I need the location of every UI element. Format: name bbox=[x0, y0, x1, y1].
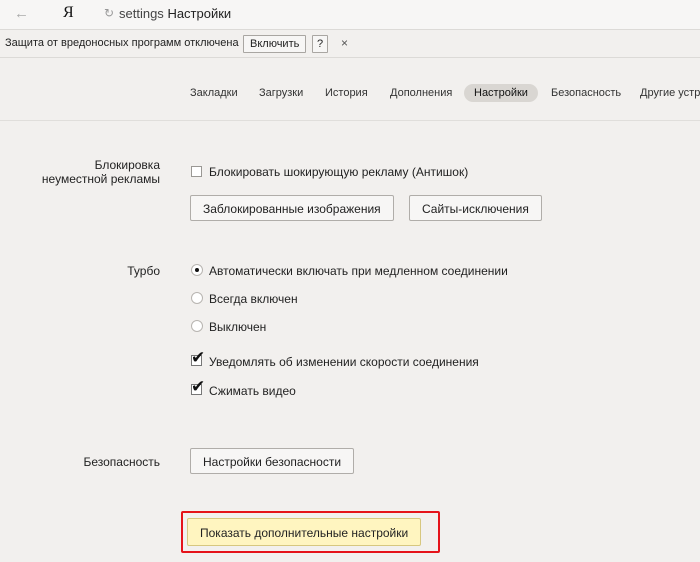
infobar-message: Защита от вредоносных программ отключена bbox=[5, 37, 239, 49]
compress-video-checkbox[interactable]: ✔ bbox=[191, 377, 205, 396]
ad-block-section-label: Блокировка неуместной рекламы bbox=[41, 158, 160, 186]
malware-protection-infobar: Защита от вредоносных программ отключена… bbox=[0, 30, 700, 58]
tab-downloads[interactable]: Загрузки bbox=[259, 84, 303, 102]
show-more-settings-button[interactable]: Показать дополнительные настройки bbox=[187, 518, 422, 546]
turbo-always-radio[interactable] bbox=[191, 292, 203, 304]
tab-extensions[interactable]: Дополнения bbox=[390, 84, 452, 102]
antishock-checkbox[interactable] bbox=[191, 166, 202, 177]
security-settings-button[interactable]: Настройки безопасности bbox=[190, 448, 355, 474]
tab-settings[interactable]: Настройки bbox=[464, 84, 538, 102]
antishock-label[interactable]: Блокировать шокирующую рекламу (Антишок) bbox=[209, 165, 468, 179]
help-button[interactable]: ? bbox=[312, 35, 329, 53]
blocked-images-button[interactable]: Заблокированные изображения bbox=[190, 195, 394, 221]
turbo-off-label[interactable]: Выключен bbox=[209, 320, 266, 334]
tab-bookmarks[interactable]: Закладки bbox=[190, 84, 238, 102]
back-arrow-icon[interactable]: ← bbox=[14, 5, 29, 22]
tab-history[interactable]: История bbox=[325, 84, 368, 102]
compress-video-label[interactable]: Сжимать видео bbox=[209, 384, 296, 398]
url-title: Настройки bbox=[167, 6, 232, 21]
turbo-always-label[interactable]: Всегда включен bbox=[209, 292, 298, 306]
turbo-auto-radio[interactable] bbox=[191, 264, 203, 276]
turbo-auto-label[interactable]: Автоматически включать при медленном сое… bbox=[209, 264, 508, 278]
settings-nav: Закладки Загрузки История Дополнения Нас… bbox=[0, 57, 700, 121]
yandex-logo[interactable]: Я bbox=[63, 4, 74, 22]
address-bar: ← Я ↻ settings Настройки bbox=[0, 0, 700, 30]
turbo-section-label: Турбо bbox=[127, 264, 160, 278]
enable-protection-button[interactable]: Включить bbox=[243, 35, 307, 53]
url-field[interactable]: settings Настройки bbox=[119, 6, 231, 21]
security-section-label: Безопасность bbox=[83, 455, 160, 469]
site-exceptions-button[interactable]: Сайты-исключения bbox=[409, 195, 542, 221]
tab-security[interactable]: Безопасность bbox=[551, 84, 621, 102]
notify-speed-label[interactable]: Уведомлять об изменении скорости соедине… bbox=[209, 355, 479, 369]
close-icon[interactable]: × bbox=[341, 36, 348, 50]
notify-speed-checkbox[interactable]: ✔ bbox=[191, 348, 205, 367]
url-protocol: settings bbox=[119, 6, 164, 21]
reload-icon[interactable]: ↻ bbox=[104, 6, 114, 20]
turbo-off-radio[interactable] bbox=[191, 320, 203, 332]
tab-other-devices[interactable]: Другие устр bbox=[640, 84, 700, 102]
